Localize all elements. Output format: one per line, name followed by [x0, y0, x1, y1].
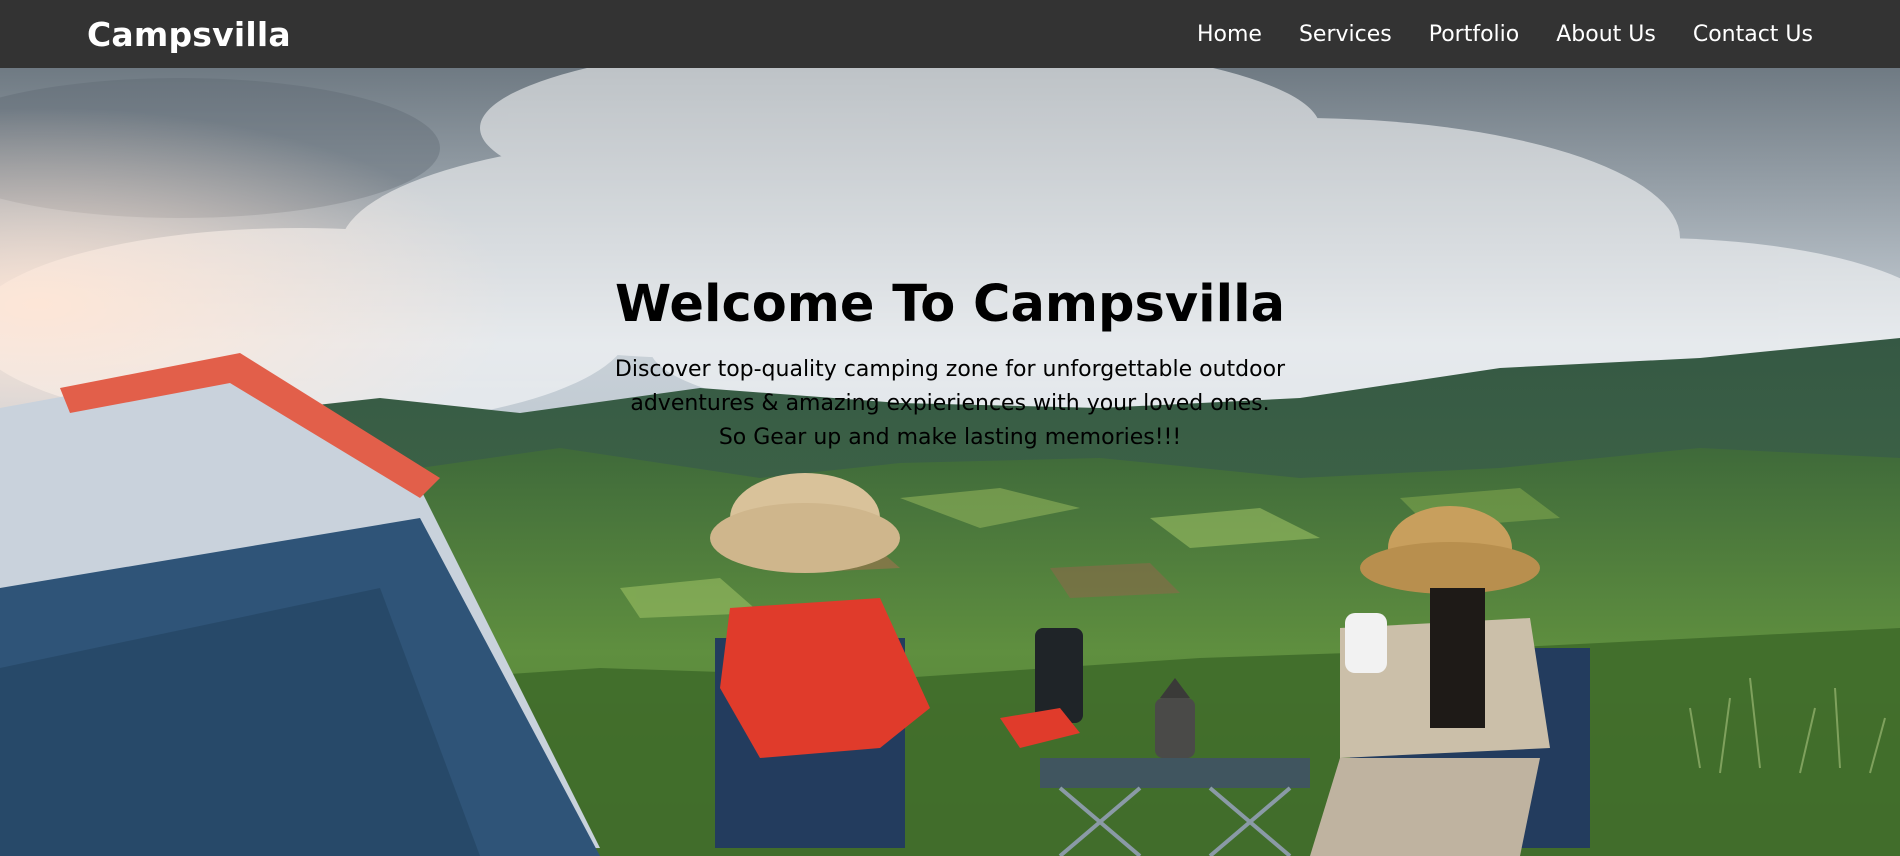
brand-logo-link[interactable]: Campsvilla [87, 15, 291, 54]
hero-content: Welcome To Campsvilla Discover top-quali… [0, 274, 1900, 455]
hero-line: Discover top-quality camping zone for un… [614, 357, 1286, 383]
nav-links: Home Services Portfolio About Us Contact… [1197, 22, 1813, 47]
nav-link-contact-us[interactable]: Contact Us [1693, 22, 1813, 47]
hero-background-image [0, 68, 1900, 856]
top-navbar: Campsvilla Home Services Portfolio About… [0, 0, 1900, 68]
nav-link-services[interactable]: Services [1299, 22, 1392, 47]
hero-section: Welcome To Campsvilla Discover top-quali… [0, 68, 1900, 856]
nav-link-about-us[interactable]: About Us [1556, 22, 1656, 47]
hero-line: So Gear up and make lasting memories!!! [718, 425, 1182, 451]
hero-line: adventures & amazing expieriences with y… [630, 391, 1270, 417]
nav-link-portfolio[interactable]: Portfolio [1429, 22, 1520, 47]
hero-title: Welcome To Campsvilla [614, 275, 1286, 334]
hero-description: Discover top-quality camping zone for un… [590, 353, 1310, 455]
nav-link-home[interactable]: Home [1197, 22, 1262, 47]
